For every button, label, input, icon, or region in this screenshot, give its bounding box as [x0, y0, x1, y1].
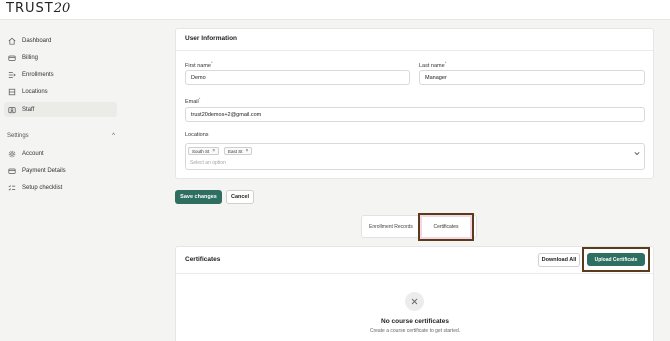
- sidebar-item-label: Locations: [22, 88, 48, 95]
- required-mark: *: [210, 60, 213, 65]
- settings-section-toggle[interactable]: Settings ^: [7, 133, 115, 139]
- sidebar-item-label: Payment Details: [22, 167, 66, 174]
- label-text: Last name: [419, 62, 445, 69]
- location-chip: South St ×: [188, 147, 220, 155]
- sidebar-item-label: Setup checklist: [22, 184, 63, 191]
- section-title: User Information: [185, 35, 238, 42]
- highlight-box: Upload Certificate: [582, 247, 650, 272]
- gear-icon: [7, 149, 16, 158]
- sidebar-item-locations[interactable]: Locations: [4, 84, 117, 99]
- tab-enrollment-records[interactable]: Enrollment Records: [369, 224, 413, 230]
- sidebar-item-enrollments[interactable]: Enrollments: [4, 67, 117, 82]
- sidebar-item-account[interactable]: Account: [4, 146, 117, 161]
- download-all-button[interactable]: Download All: [538, 253, 580, 267]
- tab-certificates[interactable]: Certificates: [422, 217, 470, 237]
- locations-multiselect[interactable]: [185, 143, 645, 170]
- locations-label: Locations: [185, 132, 209, 138]
- sidebar-item-label: Billing: [22, 54, 39, 61]
- label-text: First name: [185, 62, 211, 69]
- empty-state-title: No course certificates: [381, 318, 449, 325]
- label-text: Email: [185, 98, 199, 105]
- last-name-label: Last name*: [419, 60, 446, 69]
- logo-text: TRUST: [6, 1, 54, 16]
- divider: [175, 50, 654, 51]
- top-bar: TRUST20: [0, 0, 670, 20]
- chevron-down-icon[interactable]: [634, 151, 640, 158]
- required-mark: *: [198, 96, 201, 101]
- sidebar-item-dashboard[interactable]: Dashboard: [4, 33, 117, 48]
- billing-icon: [7, 53, 16, 62]
- certificates-title: Certificates: [185, 256, 221, 263]
- upload-certificate-button[interactable]: Upload Certificate: [587, 253, 645, 266]
- chevron-up-icon: ^: [112, 133, 115, 139]
- required-mark: *: [444, 60, 447, 65]
- email-label: Email*: [185, 96, 200, 105]
- first-name-label: First name*: [185, 60, 213, 69]
- sidebar-item-payment-details[interactable]: Payment Details: [4, 163, 117, 178]
- email-field[interactable]: trust20demos+2@gmail.com: [185, 107, 645, 122]
- location-chip: East St ×: [224, 147, 253, 155]
- first-name-field[interactable]: Demo: [185, 70, 410, 85]
- logo-script: 20: [53, 1, 71, 16]
- chip-label: South St: [192, 148, 210, 154]
- sidebar-item-label: Dashboard: [22, 37, 52, 44]
- empty-state-subtitle: Create a course certificate to get start…: [369, 328, 461, 334]
- home-icon: [7, 36, 16, 45]
- settings-heading: Settings: [7, 133, 29, 139]
- checklist-icon: [7, 183, 16, 192]
- sidebar-item-label: Enrollments: [22, 71, 54, 78]
- chip-label: East St: [228, 148, 243, 154]
- remove-chip-icon[interactable]: ×: [212, 148, 215, 154]
- sidebar-item-setup-checklist[interactable]: Setup checklist: [4, 180, 117, 195]
- card-icon: [7, 166, 16, 175]
- sidebar-item-label: Account: [22, 150, 44, 157]
- remove-chip-icon[interactable]: ×: [246, 148, 249, 154]
- brand-logo[interactable]: TRUST20: [6, 1, 70, 16]
- save-changes-button[interactable]: Save changes: [175, 190, 222, 204]
- sidebar-item-staff[interactable]: Staff: [4, 102, 117, 117]
- last-name-field[interactable]: Manager: [419, 70, 645, 85]
- divider: [175, 273, 654, 274]
- highlight-box: Certificates: [418, 213, 474, 241]
- locations-icon: [7, 87, 16, 96]
- sidebar-item-label: Staff: [22, 106, 35, 113]
- locations-placeholder: Select an option: [190, 160, 226, 166]
- close-icon: [405, 292, 424, 311]
- staff-icon: [7, 105, 16, 114]
- sidebar-item-billing[interactable]: Billing: [4, 50, 117, 65]
- enrollments-icon: [7, 70, 16, 79]
- cancel-button[interactable]: Cancel: [226, 190, 254, 204]
